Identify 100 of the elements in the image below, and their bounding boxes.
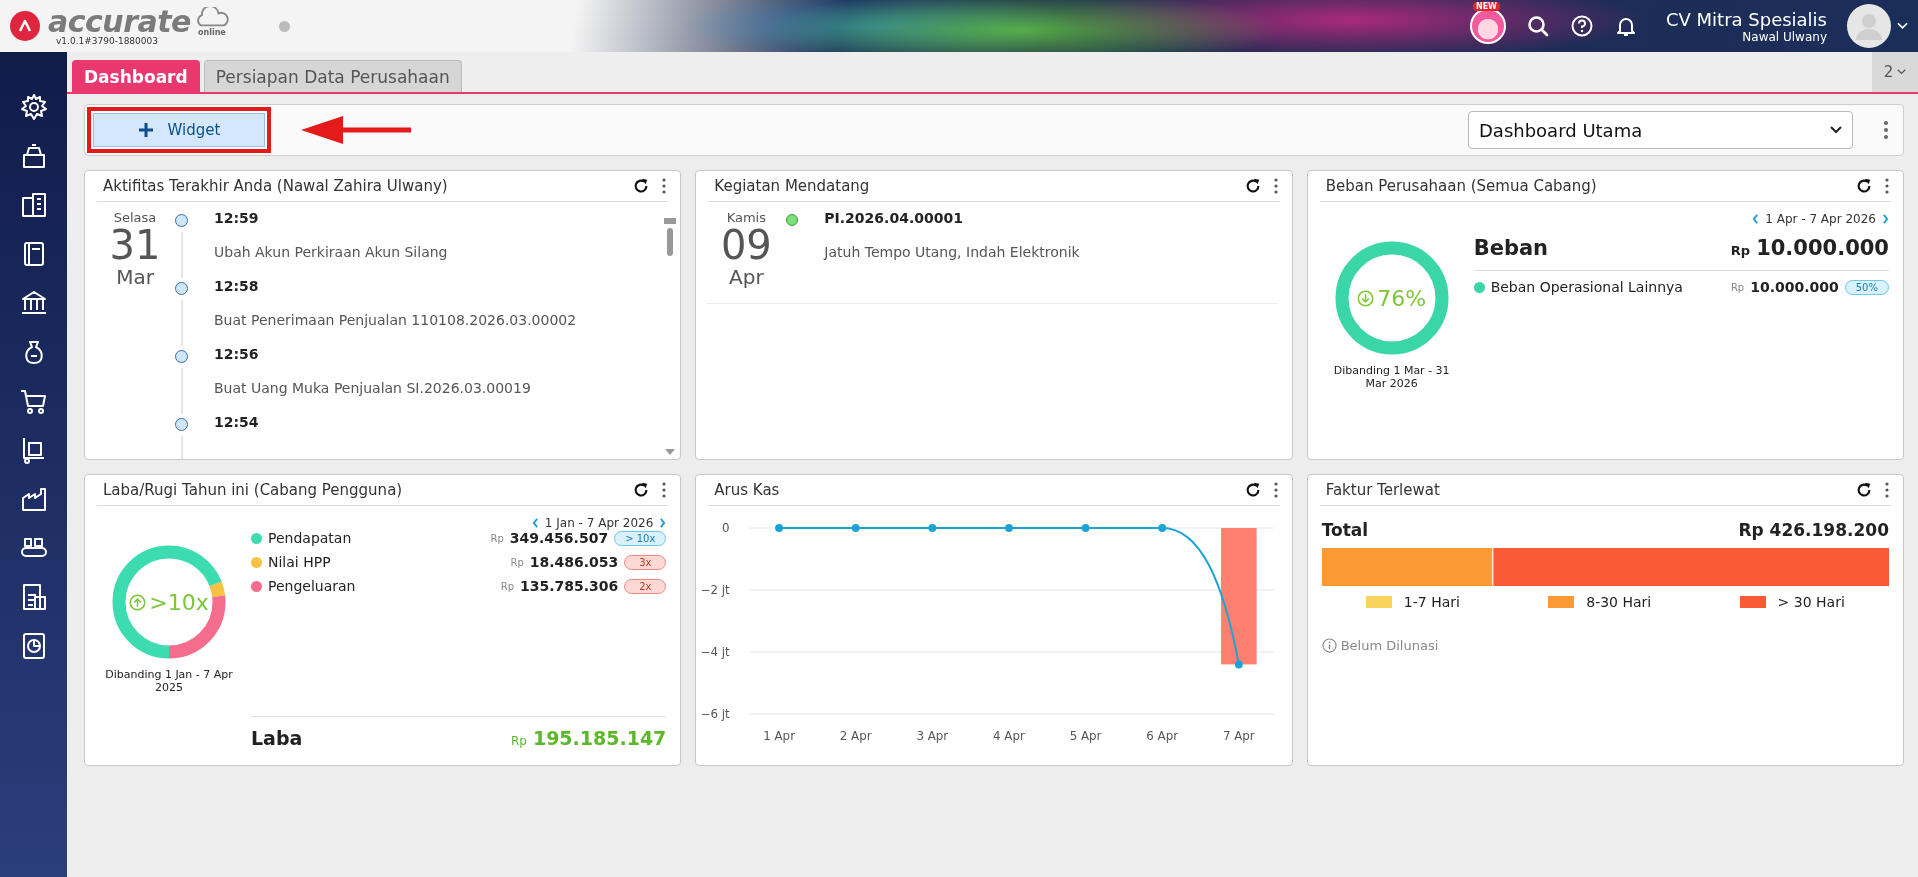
activity-time: 12:59 — [214, 210, 260, 226]
result-label: Laba — [251, 727, 304, 749]
timeline-dot — [175, 350, 188, 363]
month-name: Apr — [729, 265, 764, 289]
company-name: CV Mitra Spesialis — [1665, 8, 1827, 30]
period-text: 1 Apr - 7 Apr 2026 — [1765, 212, 1876, 226]
legend-label: Beban Operasional Lainnya — [1490, 279, 1684, 295]
more-options-icon[interactable] — [1885, 178, 1889, 194]
amount-text: 18.486.053 — [529, 554, 619, 570]
card-title: Arus Kas — [714, 481, 781, 499]
more-options-icon[interactable] — [1883, 120, 1889, 140]
currency-label: Rp — [490, 532, 504, 544]
gear-icon[interactable] — [18, 92, 49, 122]
axis-tick-label: 3 Apr — [916, 728, 949, 743]
comparison-period: Dibanding 1 Jan - 7 Apr 2025 — [104, 668, 234, 694]
timeline-dot — [175, 418, 188, 431]
currency-label: Rp — [510, 556, 524, 568]
chevron-down-icon[interactable] — [1897, 22, 1908, 30]
more-options-icon[interactable] — [662, 178, 667, 194]
day-name: Kamis — [726, 210, 766, 225]
axis-tick-label: −6 jt — [700, 706, 730, 721]
change-percentage: 76% — [1377, 285, 1427, 311]
total-amount: Rp 426.198.200 — [1738, 520, 1889, 540]
activity-description: Buat Penerimaan Penjualan 110108.2026.03.00002 — [214, 312, 577, 328]
comparison-period: Dibanding 1 Mar - 31 Mar 2026 — [1332, 364, 1451, 390]
activity-description: Ubah Akun Perkiraan Akun Silang — [214, 244, 448, 260]
plus-icon — [137, 122, 154, 138]
data-point — [1005, 524, 1014, 532]
axis-tick-label: 4 Apr — [993, 728, 1026, 743]
activity-time: 12:58 — [214, 278, 260, 294]
ratio-badge: 3x — [624, 554, 667, 570]
data-point — [852, 524, 860, 532]
logo-subtitle: online — [198, 28, 226, 37]
day-name: Selasa — [113, 210, 157, 225]
chevron-left-icon[interactable] — [1752, 214, 1760, 224]
logo-text: accurate — [48, 6, 191, 37]
version-text: v1.0.1#3790-1880003 — [56, 36, 159, 46]
activity-description: Buat Uang Muka Penjualan SI.2026.03.00019 — [214, 380, 531, 396]
result-amount: 195.185.147 — [532, 727, 667, 749]
document-number: PI.2026.04.00001 — [824, 210, 964, 226]
ratio-badge: 2x — [624, 578, 667, 594]
month-name: Mar — [116, 265, 154, 289]
amount-text: 10.000.000 — [1750, 279, 1839, 295]
card-title: Laba/Rugi Tahun ini (Cabang Pengguna) — [103, 481, 404, 499]
axis-tick-label: 1 Apr — [763, 728, 796, 743]
axis-tick-label: 0 — [722, 520, 730, 535]
ratio-badge: > 10x — [614, 530, 667, 546]
card-title: Kegiatan Mendatang — [714, 177, 871, 195]
add-widget-button[interactable]: Widget — [93, 113, 265, 147]
legend-label: Pengeluaran — [268, 578, 357, 594]
ratio-badge: 50% — [1844, 279, 1889, 295]
currency-label: Rp — [500, 580, 514, 592]
card-title: Aktifitas Terakhir Anda (Nawal Zahira Ulwany) — [103, 177, 449, 195]
axis-tick-label: 7 Apr — [1223, 728, 1256, 743]
tab[interactable]: Persiapan Data Perusahaan — [203, 60, 462, 92]
event-description: Jatuh Tempo Utang, Indah Elektronik — [824, 244, 1080, 260]
note-text: Belum Dilunasi — [1340, 638, 1439, 653]
axis-tick-label: 6 Apr — [1146, 728, 1179, 743]
total-label: Beban — [1473, 236, 1550, 260]
day-number: 09 — [720, 225, 772, 265]
timeline-dot — [175, 214, 188, 227]
legend-label: Pendapatan — [268, 530, 353, 546]
day-number: 31 — [109, 225, 161, 265]
refresh-icon[interactable] — [1855, 481, 1873, 499]
chevron-down-icon — [1830, 126, 1842, 134]
legend-label: 1-7 Hari — [1403, 594, 1460, 610]
refresh-icon[interactable] — [1855, 177, 1873, 195]
search-icon[interactable] — [1525, 14, 1550, 38]
chevron-right-icon[interactable] — [659, 518, 667, 528]
tab[interactable]: Dashboard — [72, 60, 200, 92]
total-label: Total — [1321, 520, 1369, 540]
more-options-icon[interactable] — [1273, 178, 1278, 194]
more-options-icon[interactable] — [1885, 482, 1889, 498]
new-badge: NEW — [1472, 2, 1500, 11]
amount-text: 135.785.306 — [520, 578, 619, 594]
dashboard-select[interactable]: Dashboard Utama — [1468, 111, 1853, 149]
currency-label: Rp — [510, 734, 527, 748]
logo-icon — [10, 11, 40, 41]
chevron-left-icon[interactable] — [531, 518, 539, 528]
legend-label: 8-30 Hari — [1586, 594, 1652, 610]
mascot-avatar-icon[interactable] — [1469, 8, 1506, 44]
period-text: 1 Jan - 7 Apr 2026 — [544, 516, 654, 530]
data-point — [775, 524, 784, 532]
activity-time: 12:56 — [214, 346, 260, 362]
status-dot — [278, 20, 290, 32]
data-point — [928, 524, 937, 532]
data-point — [1235, 660, 1244, 669]
axis-tick-label: −4 jt — [700, 644, 730, 659]
change-ratio: >10x — [149, 589, 209, 615]
user-name: Nawal Ulwany — [1742, 29, 1827, 44]
tab-count-dropdown[interactable]: 2 — [1872, 52, 1918, 92]
help-icon[interactable] — [1569, 14, 1594, 38]
user-avatar-icon[interactable] — [1847, 4, 1891, 48]
total-amount: 10.000.000 — [1756, 236, 1889, 260]
axis-tick-label: −2 jt — [700, 582, 730, 597]
more-options-icon[interactable] — [1273, 482, 1278, 498]
card-title: Faktur Terlewat — [1325, 481, 1441, 499]
chevron-right-icon[interactable] — [1882, 214, 1889, 224]
legend-label: > 30 Hari — [1777, 594, 1845, 610]
more-options-icon[interactable] — [662, 482, 667, 498]
